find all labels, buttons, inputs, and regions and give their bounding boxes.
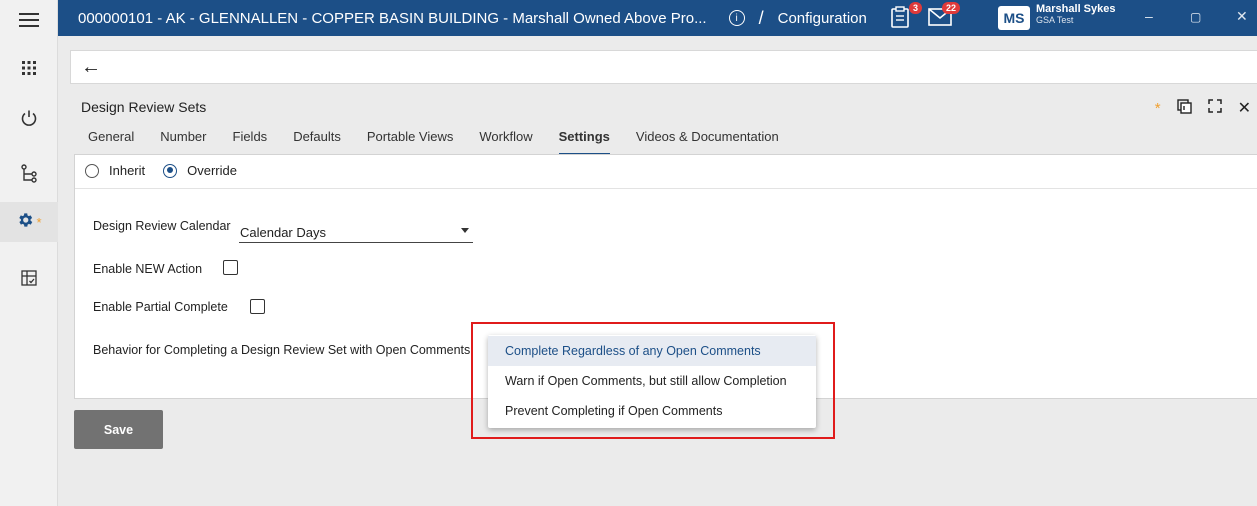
close-panel-icon[interactable]: ✕ [1238, 98, 1251, 118]
calendar-select[interactable]: Calendar Days [239, 219, 473, 243]
radio-override[interactable] [163, 163, 178, 178]
modified-marker: * [1154, 99, 1161, 117]
breadcrumb-separator: / [758, 7, 764, 28]
enable-new-action-checkbox[interactable] [223, 260, 238, 275]
back-arrow-icon[interactable]: ← [81, 56, 101, 79]
tab-videos-documentation[interactable]: Videos & Documentation [636, 126, 779, 155]
maximize-button[interactable]: ▢ [1190, 10, 1201, 24]
minimize-button[interactable]: – [1145, 8, 1153, 24]
mail-badge: 22 [941, 2, 960, 14]
info-icon[interactable]: i [728, 10, 745, 26]
active-marker: * [36, 214, 42, 230]
copy-window-icon[interactable] [1176, 98, 1192, 118]
breadcrumb-configuration[interactable]: Configuration [778, 10, 867, 27]
tasks-badge: 3 [908, 2, 922, 14]
behavior-label: Behavior for Completing a Design Review … [93, 343, 471, 357]
clipboard-icon [890, 6, 910, 32]
back-row: ← [70, 50, 1257, 84]
tab-general[interactable]: General [88, 126, 134, 155]
divider [75, 188, 1257, 189]
calendar-label: Design Review Calendar [93, 219, 231, 233]
inherit-override-group: Inherit Override [85, 163, 237, 178]
user-organization: GSA Test [1036, 15, 1074, 25]
mail-button[interactable]: 22 [928, 2, 960, 30]
fullscreen-icon[interactable] [1207, 99, 1222, 117]
enable-new-action-label: Enable NEW Action [93, 262, 203, 276]
rail-item-configuration[interactable]: * [0, 202, 58, 242]
panel-header: Design Review Sets * ✕ General Number Fi… [70, 92, 1257, 155]
tab-number[interactable]: Number [160, 126, 206, 155]
tasks-button[interactable]: 3 [890, 2, 922, 32]
tab-bar: General Number Fields Defaults Portable … [70, 126, 787, 155]
calendar-select-value: Calendar Days [240, 225, 326, 240]
page-title: Design Review Sets [81, 99, 207, 115]
radio-override-label: Override [187, 163, 237, 178]
user-name: Marshall Sykes [1036, 3, 1116, 15]
panel-actions: * ✕ [1155, 98, 1251, 118]
tab-defaults[interactable]: Defaults [293, 126, 341, 155]
close-window-button[interactable]: ✕ [1236, 8, 1248, 25]
avatar[interactable]: MS [998, 6, 1030, 30]
left-rail: * [0, 0, 58, 506]
gear-icon [16, 211, 34, 234]
tab-workflow[interactable]: Workflow [479, 126, 532, 155]
mail-icon [928, 8, 952, 30]
enable-partial-complete-checkbox[interactable] [250, 299, 265, 314]
window-title: 000000101 - AK - GLENNALLEN - COPPER BAS… [78, 9, 707, 27]
tab-settings[interactable]: Settings [558, 126, 610, 155]
save-button[interactable]: Save [74, 410, 163, 449]
power-icon[interactable] [0, 98, 58, 138]
apps-grid-icon[interactable] [0, 48, 58, 88]
checklist-icon[interactable] [0, 258, 58, 298]
tab-fields[interactable]: Fields [233, 126, 268, 155]
radio-inherit[interactable] [85, 163, 99, 178]
menu-icon[interactable] [0, 0, 58, 40]
highlight-box [471, 322, 835, 439]
caret-down-icon [461, 228, 469, 233]
enable-partial-complete-label: Enable Partial Complete [93, 300, 228, 314]
top-bar: 000000101 - AK - GLENNALLEN - COPPER BAS… [58, 0, 1257, 36]
radio-inherit-label: Inherit [109, 163, 146, 178]
tab-portable-views[interactable]: Portable Views [367, 126, 453, 155]
hierarchy-icon[interactable] [0, 154, 58, 194]
